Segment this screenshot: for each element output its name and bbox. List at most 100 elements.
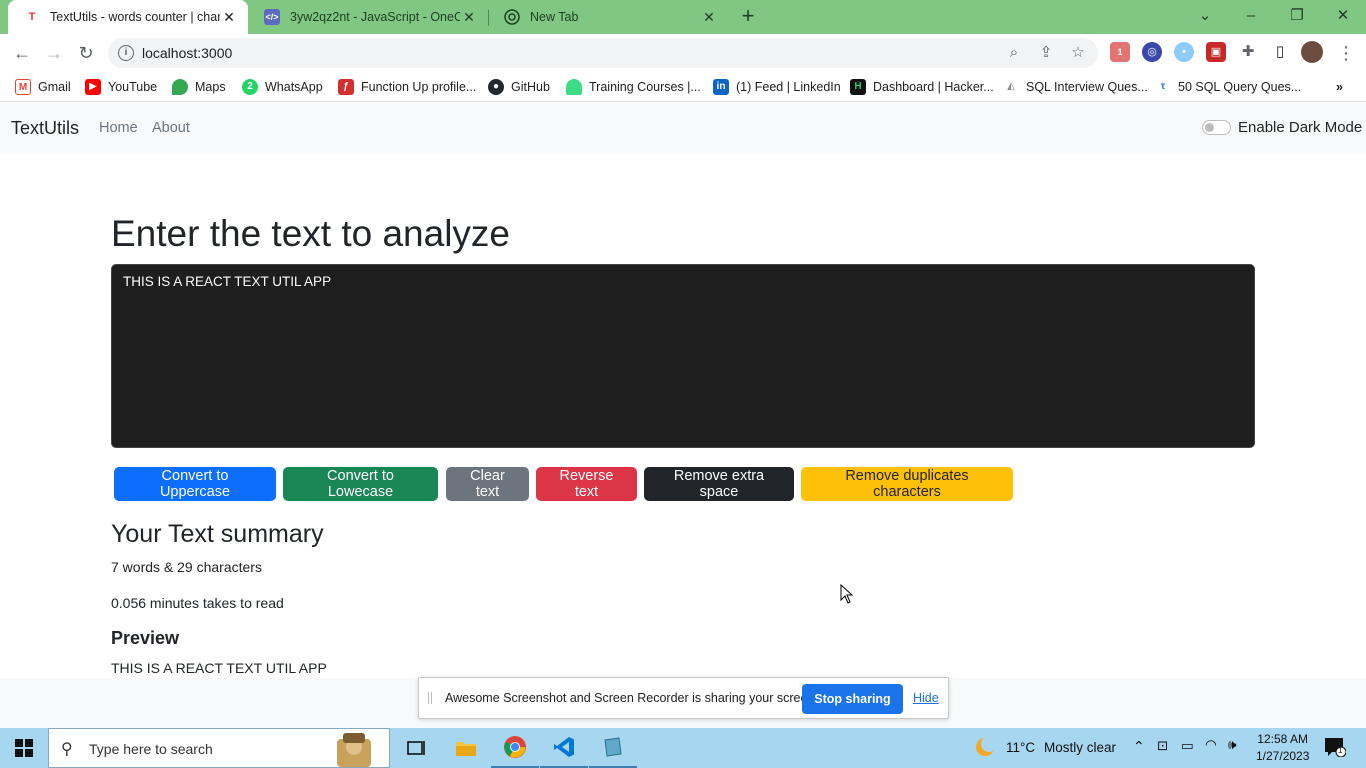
hide-share-bar-link[interactable]: Hide — [913, 691, 939, 705]
close-tab-icon[interactable]: ✕ — [220, 9, 238, 26]
text-input-area[interactable]: THIS IS A REACT TEXT UTIL APP — [111, 264, 1255, 448]
weather-temperature[interactable]: 11°C — [1006, 740, 1035, 755]
bookmark-training-courses[interactable]: Training Courses |... — [566, 77, 701, 97]
windows-start-icon[interactable] — [0, 728, 48, 768]
extensions-puzzle-icon[interactable]: ✚ — [1238, 42, 1258, 62]
toggle-knob — [1205, 123, 1214, 132]
zoom-icon[interactable]: ⌕ — [1004, 43, 1024, 63]
screen-recorder-extension-icon[interactable]: 1 — [1110, 42, 1130, 62]
share-message: Awesome Screenshot and Screen Recorder i… — [445, 691, 818, 705]
youtube-icon: ▶ — [85, 79, 101, 95]
mouse-cursor-icon — [840, 584, 854, 604]
remove-extra-space-button[interactable]: Remove extra space — [644, 467, 794, 501]
wifi-icon[interactable]: ◠ — [1205, 737, 1217, 753]
restore-button[interactable]: ❐ — [1274, 0, 1320, 34]
sql-icon: ◭ — [1003, 79, 1019, 95]
file-explorer-icon[interactable] — [442, 728, 490, 768]
bookmark-icon: τ — [1155, 79, 1171, 95]
convert-uppercase-button[interactable]: Convert to Uppercase — [114, 467, 276, 501]
taskbar-search-box[interactable]: ⚲ Type here to search — [48, 728, 390, 768]
tab-title: New Tab — [530, 10, 579, 24]
tab-textutils[interactable]: T TextUtils - words counter | charac ✕ — [8, 0, 248, 34]
bookmark-hackerrank[interactable]: H Dashboard | Hacker... — [850, 77, 994, 97]
back-arrow-icon[interactable]: ← — [8, 40, 36, 66]
system-clock[interactable]: 12:58 AM 1/27/2023 — [1256, 731, 1309, 765]
search-highlight-illustration-icon — [337, 733, 371, 767]
meet-now-icon[interactable]: ⊡ — [1157, 738, 1168, 754]
extension-badge: 1 — [1117, 47, 1123, 57]
tab-title: TextUtils - words counter | charac — [50, 10, 220, 24]
bookmarks-bar: M Gmail ▶ YouTube Maps 2 WhatsApp ƒ Func… — [0, 72, 1366, 102]
navbar-brand[interactable]: TextUtils — [11, 118, 79, 139]
tab-onecompiler[interactable]: </> 3yw2qz2nt - JavaScript - OneCom ✕ — [248, 0, 488, 34]
summary-heading: Your Text summary — [111, 520, 324, 548]
notification-center-icon[interactable]: 1 — [1324, 737, 1347, 758]
screenshot-extension-icon[interactable]: ▣ — [1206, 42, 1226, 62]
share-icon[interactable]: ⇪ — [1036, 43, 1056, 63]
color-picker-extension-icon[interactable]: ◎ — [1142, 42, 1162, 62]
weather-condition[interactable]: Mostly clear — [1044, 740, 1116, 755]
bookmark-sql-query[interactable]: τ 50 SQL Query Ques... — [1155, 77, 1301, 97]
close-tab-icon[interactable]: ✕ — [700, 9, 718, 26]
address-bar[interactable]: i localhost:3000 ⌕ ⇪ ☆ — [108, 38, 1098, 68]
battery-icon[interactable]: ▭ — [1181, 738, 1194, 754]
clear-text-button[interactable]: Clear text — [446, 467, 529, 501]
tab-search-icon[interactable]: ⌄ — [1182, 0, 1228, 34]
taskbar-search-placeholder: Type here to search — [89, 741, 213, 757]
maps-icon — [172, 79, 188, 95]
windows-taskbar: ⚲ Type here to search 11°C Mostly clear … — [0, 728, 1366, 768]
address-url[interactable]: localhost:3000 — [142, 45, 232, 61]
bookmark-github[interactable]: ● GitHub — [488, 77, 550, 97]
minimize-button[interactable]: – — [1228, 0, 1274, 34]
forward-arrow-icon[interactable]: → — [40, 40, 68, 66]
browser-toolbar: ← → ↻ i localhost:3000 ⌕ ⇪ ☆ 1 ◎ • ▣ ✚ ▯… — [0, 34, 1366, 72]
profile-avatar[interactable] — [1301, 41, 1323, 63]
onecompiler-favicon-icon: </> — [264, 9, 280, 25]
bookmark-star-icon[interactable]: ☆ — [1068, 43, 1088, 63]
bookmark-linkedin[interactable]: in (1) Feed | LinkedIn — [713, 77, 841, 97]
preview-text: THIS IS A REACT TEXT UTIL APP — [111, 660, 327, 676]
bookmark-youtube[interactable]: ▶ YouTube — [85, 77, 157, 97]
bookmark-sql-interview[interactable]: ◭ SQL Interview Ques... — [1003, 77, 1148, 97]
drag-handle-icon[interactable] — [428, 692, 432, 704]
new-tab-button[interactable]: + — [736, 4, 760, 28]
page-heading: Enter the text to analyze — [111, 213, 511, 254]
nav-link-home[interactable]: Home — [99, 120, 138, 136]
translate-extension-icon[interactable]: • — [1174, 42, 1194, 62]
chrome-menu-icon[interactable]: ⋮ — [1332, 40, 1360, 66]
close-tab-icon[interactable]: ✕ — [460, 9, 478, 26]
chrome-favicon-icon — [504, 9, 520, 25]
bookmarks-overflow-icon[interactable]: » — [1336, 77, 1343, 97]
stop-sharing-button[interactable]: Stop sharing — [802, 684, 903, 714]
weather-icon[interactable] — [974, 736, 997, 761]
tab-new-tab[interactable]: New Tab ✕ — [488, 0, 728, 34]
chrome-taskbar-icon[interactable] — [491, 728, 539, 768]
app-navbar: TextUtils Home About Enable Dark Mode — [0, 103, 1366, 153]
bookmark-gmail[interactable]: M Gmail — [15, 77, 71, 97]
dark-mode-toggle[interactable] — [1202, 120, 1231, 135]
browser-tab-strip: T TextUtils - words counter | charac ✕ <… — [0, 0, 1366, 34]
linkedin-icon: in — [713, 79, 729, 95]
volume-icon[interactable]: 🕪 — [1228, 737, 1237, 753]
vscode-taskbar-icon[interactable] — [540, 728, 588, 768]
preview-heading: Preview — [111, 628, 180, 648]
bookmark-maps[interactable]: Maps — [172, 77, 226, 97]
bookmark-label: GitHub — [511, 80, 550, 94]
bookmark-whatsapp[interactable]: 2 WhatsApp — [242, 77, 323, 97]
close-window-button[interactable]: ✕ — [1320, 0, 1366, 34]
search-icon: ⚲ — [61, 741, 73, 758]
remove-duplicates-button[interactable]: Remove duplicates characters — [801, 467, 1013, 501]
github-icon: ● — [488, 79, 504, 95]
convert-lowercase-button[interactable]: Convert to Lowecase — [283, 467, 438, 501]
reverse-text-button[interactable]: Reverse text — [536, 467, 637, 501]
android-icon — [566, 79, 582, 95]
reload-icon[interactable]: ↻ — [72, 40, 100, 66]
task-view-icon[interactable] — [392, 728, 440, 768]
show-hidden-icons-chevron-icon[interactable]: ⌃ — [1133, 738, 1145, 755]
side-panel-icon[interactable]: ▯ — [1270, 42, 1290, 62]
tab-title: 3yw2qz2nt - JavaScript - OneCom — [290, 10, 460, 24]
nav-link-about[interactable]: About — [152, 120, 190, 136]
bookmark-functionup[interactable]: ƒ Function Up profile... — [338, 77, 476, 97]
notes-app-taskbar-icon[interactable] — [589, 728, 637, 768]
site-info-icon[interactable]: i — [118, 45, 134, 61]
